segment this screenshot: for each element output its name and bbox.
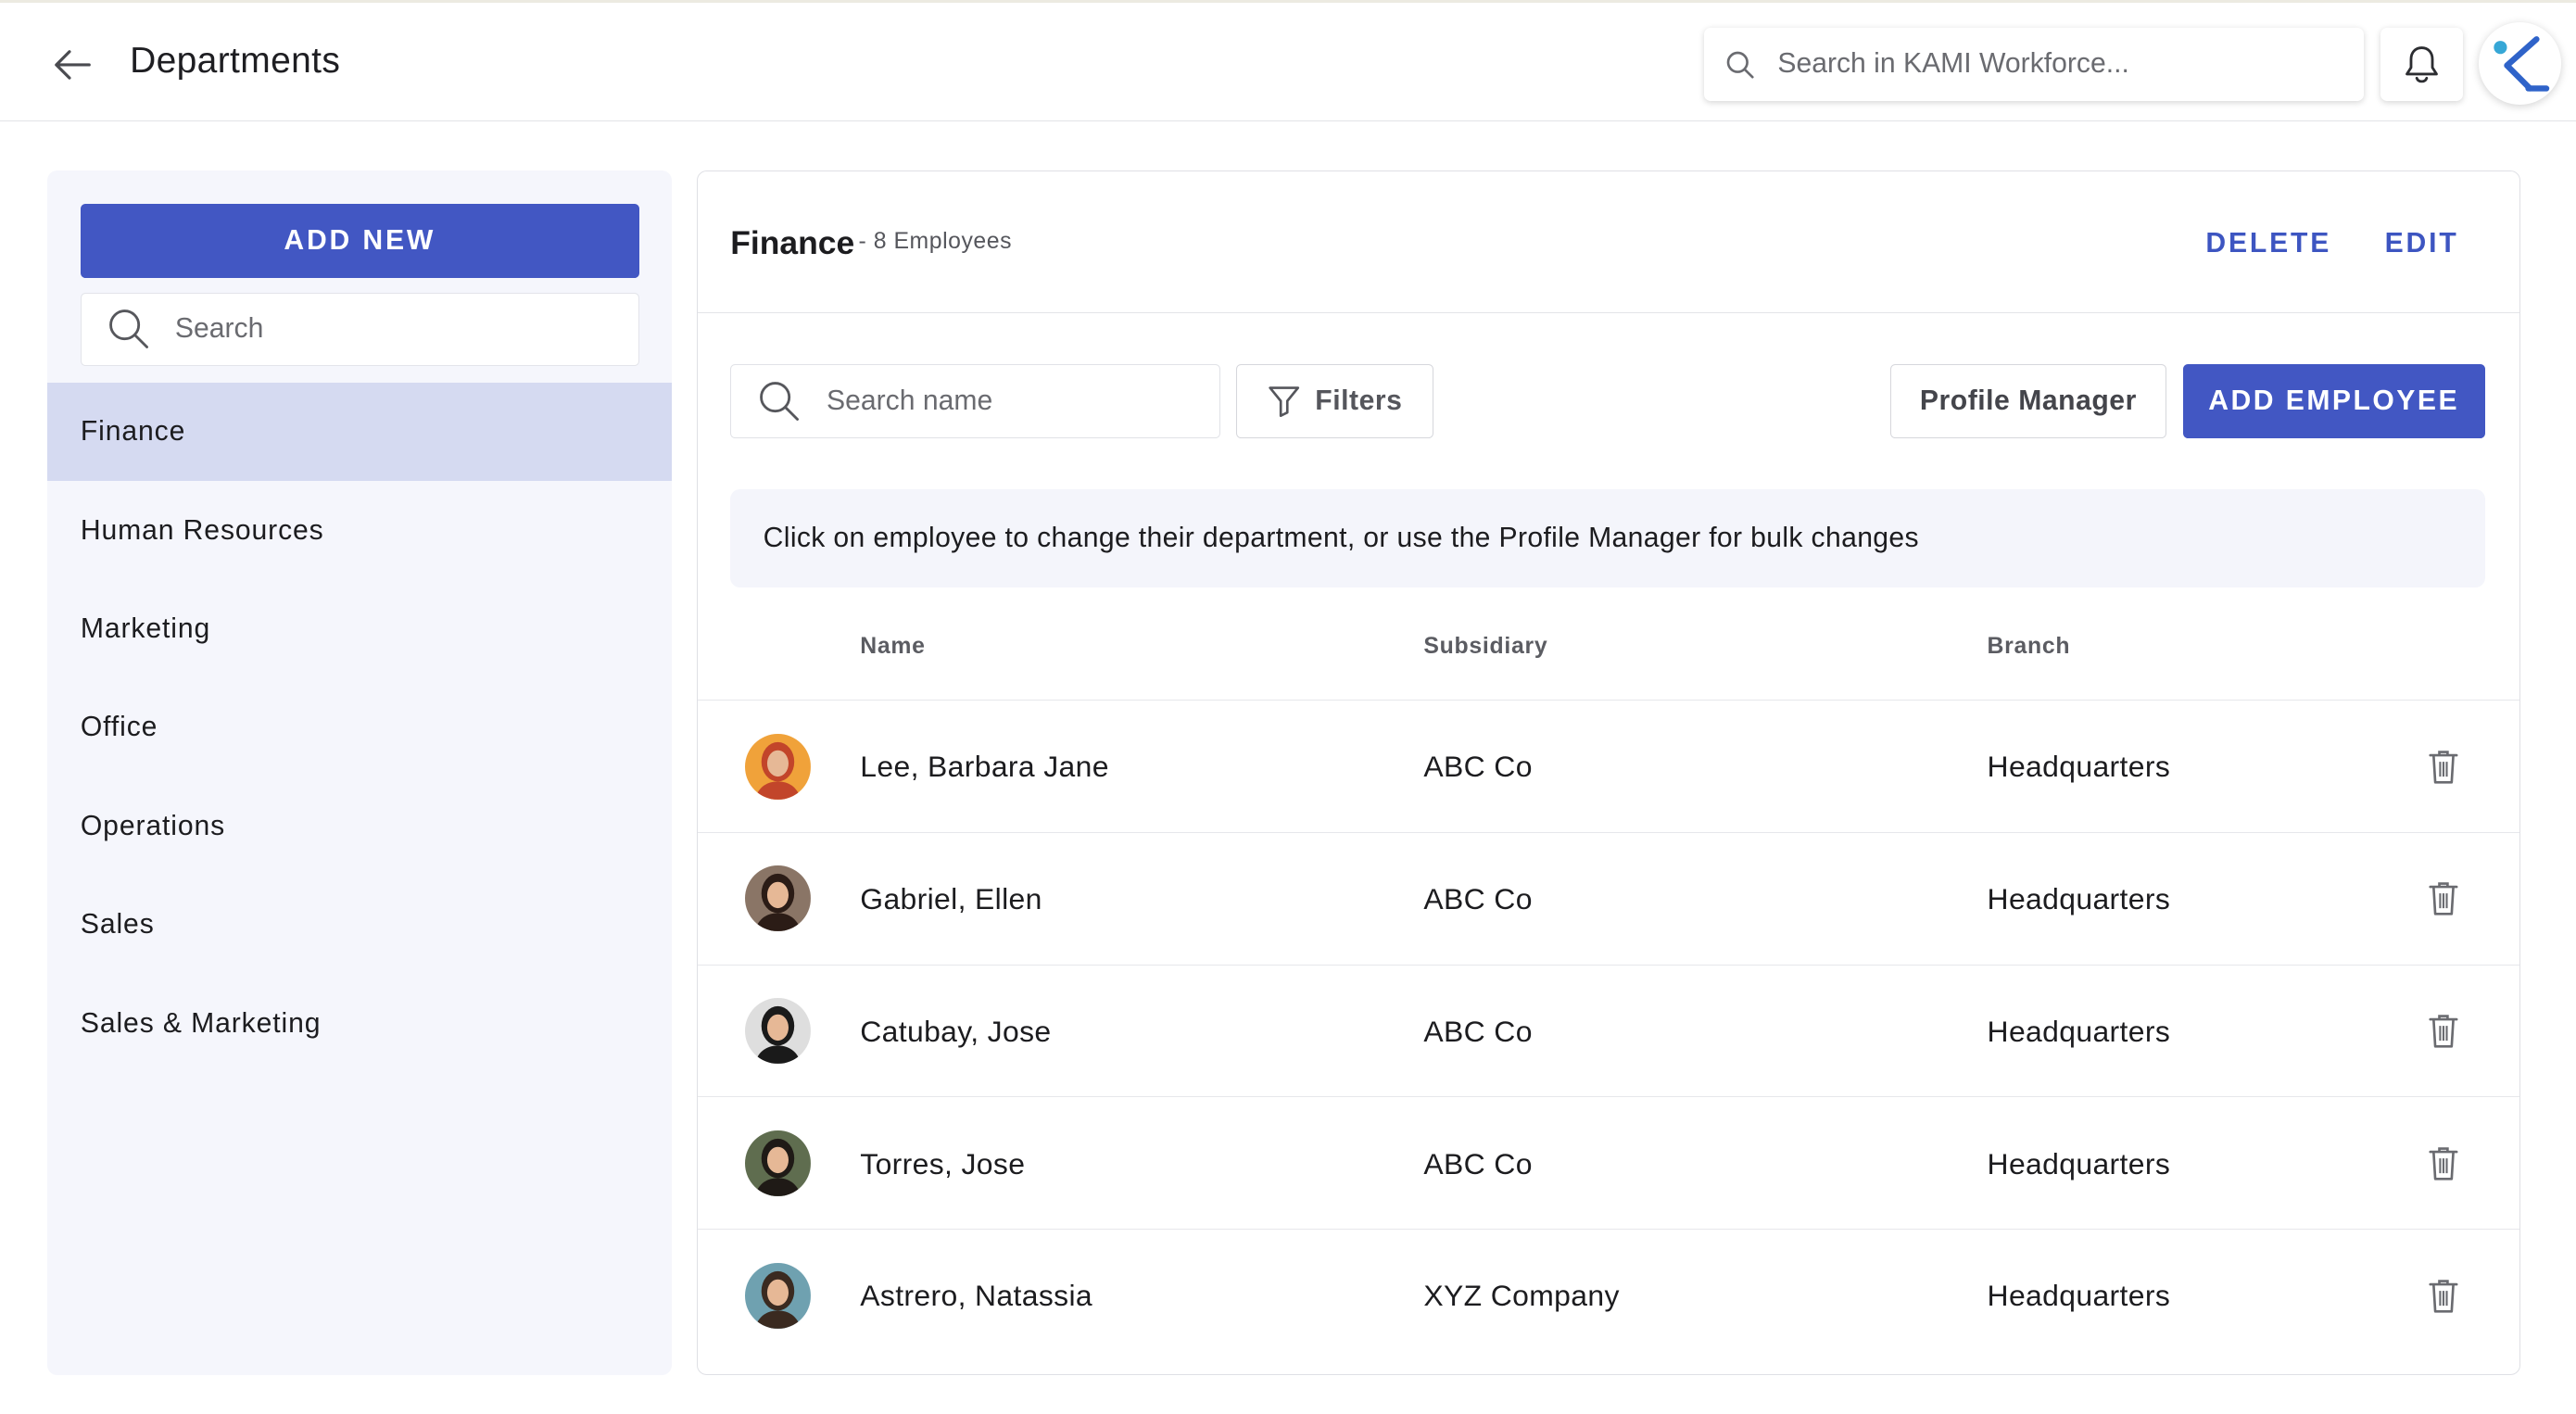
kami-logo-button[interactable] xyxy=(2479,22,2562,105)
cell-name: Gabriel, Ellen xyxy=(860,882,1042,916)
sidebar-item-human-resources[interactable]: Human Resources xyxy=(47,481,672,579)
kami-logo-icon xyxy=(2489,34,2551,94)
global-search-box[interactable] xyxy=(1703,27,2365,102)
cell-branch: Headquarters xyxy=(1987,750,2171,784)
column-header-name: Name xyxy=(860,633,926,659)
departments-sidebar: ADD NEW Finance Human Resources Marketin… xyxy=(47,170,673,1375)
column-header-subsidiary: Subsidiary xyxy=(1423,633,1548,659)
employee-search-input[interactable] xyxy=(827,385,1189,417)
filters-button[interactable]: Filters xyxy=(1236,363,1434,438)
page-title: Departments xyxy=(130,40,341,81)
cell-subsidiary: ABC Co xyxy=(1423,882,1533,916)
column-header-branch: Branch xyxy=(1987,633,2071,659)
panel-header: Finance - 8 Employees DELETE EDIT xyxy=(697,171,2519,313)
cell-branch: Headquarters xyxy=(1987,882,2171,916)
sidebar-item-operations[interactable]: Operations xyxy=(47,777,672,876)
back-arrow-icon[interactable] xyxy=(49,43,95,89)
cell-name: Astrero, Natassia xyxy=(860,1279,1092,1313)
sidebar-item-office[interactable]: Office xyxy=(47,678,672,776)
global-search-input[interactable] xyxy=(1777,48,2320,81)
employee-table: Lee, Barbara Jane ABC Co Headquarters Gabri… xyxy=(697,701,2519,1362)
trash-icon[interactable] xyxy=(2426,747,2462,787)
filters-label: Filters xyxy=(1315,385,1403,416)
cell-subsidiary: ABC Co xyxy=(1423,1146,1533,1180)
filter-icon xyxy=(1268,385,1300,417)
search-icon xyxy=(107,308,150,350)
department-detail-panel: Finance - 8 Employees DELETE EDIT Filter… xyxy=(696,170,2520,1375)
cell-name: Torres, Jose xyxy=(860,1146,1026,1180)
table-row[interactable]: Lee, Barbara Jane ABC Co Headquarters xyxy=(697,701,2519,833)
avatar xyxy=(745,865,812,932)
avatar xyxy=(745,733,812,800)
table-row[interactable]: Astrero, Natassia XYZ Company Headquarters xyxy=(698,1230,2519,1362)
sidebar-item-sales-marketing[interactable]: Sales & Marketing xyxy=(47,974,672,1072)
avatar xyxy=(745,998,812,1065)
cell-subsidiary: ABC Co xyxy=(1423,1014,1533,1048)
cell-name: Lee, Barbara Jane xyxy=(860,750,1109,784)
add-new-button[interactable]: ADD NEW xyxy=(80,203,639,278)
cell-subsidiary: XYZ Company xyxy=(1423,1279,1620,1313)
avatar xyxy=(745,1130,812,1196)
trash-icon[interactable] xyxy=(2426,1143,2462,1183)
notifications-button[interactable] xyxy=(2380,27,2463,102)
sidebar-item-sales[interactable]: Sales xyxy=(47,876,672,974)
cell-name: Catubay, Jose xyxy=(860,1014,1052,1048)
info-hint: Click on employee to change their depart… xyxy=(730,488,2485,587)
sidebar-item-marketing[interactable]: Marketing xyxy=(47,580,672,678)
search-icon xyxy=(758,380,801,423)
profile-manager-button[interactable]: Profile Manager xyxy=(1889,363,2166,438)
department-list: Finance Human Resources Marketing Office… xyxy=(47,383,673,1073)
employee-search-box[interactable] xyxy=(730,363,1220,438)
cell-branch: Headquarters xyxy=(1987,1146,2171,1180)
table-row[interactable]: Gabriel, Ellen ABC Co Headquarters xyxy=(697,833,2519,966)
cell-subsidiary: ABC Co xyxy=(1423,750,1533,784)
trash-icon[interactable] xyxy=(2426,1011,2462,1051)
delete-button[interactable]: DELETE xyxy=(2205,228,2331,259)
trash-icon[interactable] xyxy=(2426,1276,2462,1316)
cell-branch: Headquarters xyxy=(1987,1014,2171,1048)
table-row[interactable]: Catubay, Jose ABC Co Headquarters xyxy=(697,966,2519,1098)
table-header: Name Subsidiary Branch xyxy=(697,602,2519,701)
trash-icon[interactable] xyxy=(2426,879,2462,919)
table-row[interactable]: Torres, Jose ABC Co Headquarters xyxy=(697,1097,2519,1231)
top-bar: Departments xyxy=(0,0,2576,122)
employee-count: - 8 Employees xyxy=(858,229,1013,255)
bell-icon xyxy=(2404,44,2440,84)
avatar xyxy=(745,1262,812,1329)
department-search-box[interactable] xyxy=(80,292,639,367)
department-name: Finance xyxy=(730,224,855,262)
search-icon xyxy=(1725,50,1755,80)
department-search-input[interactable] xyxy=(174,313,602,346)
cell-branch: Headquarters xyxy=(1987,1279,2171,1313)
sidebar-item-finance[interactable]: Finance xyxy=(47,383,673,482)
edit-button[interactable]: EDIT xyxy=(2385,228,2459,259)
add-employee-button[interactable]: ADD EMPLOYEE xyxy=(2182,363,2485,438)
